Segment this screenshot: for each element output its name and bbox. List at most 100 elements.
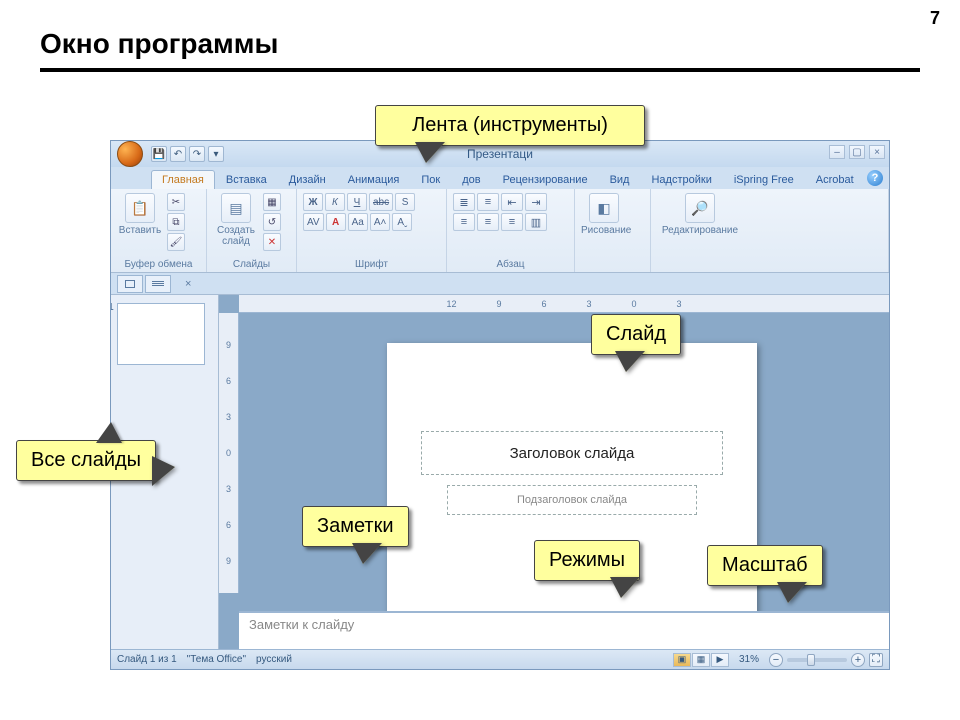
status-slide-count: Слайд 1 из 1 (117, 654, 177, 665)
reset-icon[interactable]: ↺ (263, 213, 281, 231)
callout-modes-label: Режимы (549, 549, 625, 571)
italic-button[interactable]: К (325, 193, 345, 211)
underline-button[interactable]: Ч (347, 193, 367, 211)
undo-icon[interactable]: ↶ (170, 146, 186, 162)
minimize-button[interactable]: – (829, 145, 845, 159)
tab-home[interactable]: Главная (151, 170, 215, 189)
shapes-icon: ◧ (589, 193, 619, 223)
tab-ispring[interactable]: iSpring Free (723, 170, 805, 189)
group-clipboard-label: Буфер обмена (117, 257, 200, 270)
vertical-ruler: 9 6 3 0 3 6 9 (219, 313, 239, 593)
notes-pane[interactable]: Заметки к слайду (239, 611, 889, 649)
align-left-button[interactable]: ≡ (453, 213, 475, 231)
tab-show2[interactable]: дов (451, 170, 491, 189)
group-font: Ж К Ч abc S AV A Aa A˄ Aˬ Шрифт (297, 189, 447, 272)
ribbon-tabs: Главная Вставка Дизайн Анимация Пок дов … (111, 167, 889, 189)
ruler-mark: 0 (632, 299, 637, 309)
find-icon: 🔎 (685, 193, 715, 223)
group-font-label: Шрифт (303, 257, 440, 270)
window-title: Презентаци (111, 147, 889, 161)
sorter-view-button[interactable]: ▦ (692, 653, 710, 667)
zoom-percent[interactable]: 31% (739, 654, 759, 665)
zoom-knob[interactable] (807, 654, 815, 666)
strike-button[interactable]: abc (369, 193, 393, 211)
tab-addins[interactable]: Надстройки (640, 170, 722, 189)
ruler-mark: 9 (496, 299, 501, 309)
office-button[interactable] (117, 141, 143, 167)
ruler-mark: 3 (587, 299, 592, 309)
fit-to-window-button[interactable]: ⛶ (869, 653, 883, 667)
group-slides-label: Слайды (213, 257, 290, 270)
workspace: 1 12 9 6 3 0 3 9 6 3 0 3 6 9 Заголов (111, 295, 889, 649)
close-button[interactable]: × (869, 145, 885, 159)
callout-zoom: Масштаб (707, 545, 823, 586)
shrink-font-button[interactable]: Aˬ (392, 213, 412, 231)
tab-design[interactable]: Дизайн (278, 170, 337, 189)
thumbnail-number: 1 (110, 302, 114, 313)
align-right-button[interactable]: ≡ (501, 213, 523, 231)
indent-inc-button[interactable]: ⇥ (525, 193, 547, 211)
ruler-mark: 3 (226, 412, 231, 422)
ruler-mark: 9 (226, 556, 231, 566)
outline-tab[interactable] (145, 275, 171, 293)
columns-button[interactable]: ▥ (525, 213, 547, 231)
group-slides: ▤ Создать слайд ▦ ↺ ✕ Слайды (207, 189, 297, 272)
drawing-button[interactable]: ◧ Рисование (581, 193, 627, 236)
ruler-mark: 3 (226, 484, 231, 494)
callout-slide-label: Слайд (606, 323, 666, 345)
group-drawing: ◧ Рисование Рисование (575, 189, 651, 272)
ruler-mark: 12 (446, 299, 456, 309)
new-slide-button[interactable]: ▤ Создать слайд (213, 193, 259, 247)
callout-notes-label: Заметки (317, 515, 394, 537)
status-bar: Слайд 1 из 1 "Тема Office" русский ▣ ▦ ▶… (111, 649, 889, 669)
redo-icon[interactable]: ↷ (189, 146, 205, 162)
status-language[interactable]: русский (256, 654, 292, 665)
subtitle-placeholder[interactable]: Подзаголовок слайда (447, 485, 697, 515)
cut-icon[interactable]: ✂ (167, 193, 185, 211)
help-icon[interactable]: ? (867, 170, 883, 186)
save-icon[interactable]: 💾 (151, 146, 167, 162)
zoom-in-button[interactable]: + (851, 653, 865, 667)
qat-more-icon[interactable]: ▾ (208, 146, 224, 162)
ribbon: 📋 Вставить ✂ ⧉ 🖌 Буфер обмена ▤ Создать … (111, 189, 889, 273)
copy-icon[interactable]: ⧉ (167, 213, 185, 231)
panel-close-icon[interactable]: × (185, 278, 191, 290)
change-case-button[interactable]: Aa (348, 213, 368, 231)
bold-button[interactable]: Ж (303, 193, 323, 211)
zoom-track[interactable] (787, 658, 847, 662)
slide-thumbnail[interactable]: 1 (117, 303, 205, 365)
format-painter-icon[interactable]: 🖌 (167, 233, 185, 251)
grow-font-button[interactable]: A˄ (370, 213, 391, 231)
align-center-button[interactable]: ≡ (477, 213, 499, 231)
normal-view-button[interactable]: ▣ (673, 653, 691, 667)
zoom-out-button[interactable]: − (769, 653, 783, 667)
paste-button[interactable]: 📋 Вставить (117, 193, 163, 236)
numbering-button[interactable]: ≡ (477, 193, 499, 211)
tab-animation[interactable]: Анимация (337, 170, 411, 189)
paste-icon: 📋 (125, 193, 155, 223)
group-paragraph-label: Абзац (453, 257, 568, 270)
page-number: 7 (930, 8, 940, 29)
indent-dec-button[interactable]: ⇤ (501, 193, 523, 211)
editing-button[interactable]: 🔎 Редактирование (657, 193, 743, 236)
status-theme: "Тема Office" (187, 654, 246, 665)
layout-icon[interactable]: ▦ (263, 193, 281, 211)
tab-acrobat[interactable]: Acrobat (805, 170, 865, 189)
bullets-button[interactable]: ≣ (453, 193, 475, 211)
editing-label: Редактирование (662, 225, 738, 236)
ruler-mark: 9 (226, 340, 231, 350)
thumbnails-tab[interactable] (117, 275, 143, 293)
tab-insert[interactable]: Вставка (215, 170, 278, 189)
tab-review[interactable]: Рецензирование (492, 170, 599, 189)
tab-show[interactable]: Пок (410, 170, 451, 189)
shadow-button[interactable]: S (395, 193, 415, 211)
quick-access-toolbar: 💾 ↶ ↷ ▾ (151, 146, 224, 162)
char-spacing-button[interactable]: AV (303, 213, 324, 231)
group-clipboard: 📋 Вставить ✂ ⧉ 🖌 Буфер обмена (111, 189, 207, 272)
maximize-button[interactable]: ▢ (849, 145, 865, 159)
title-placeholder[interactable]: Заголовок слайда (421, 431, 723, 475)
tab-view[interactable]: Вид (599, 170, 641, 189)
slideshow-view-button[interactable]: ▶ (711, 653, 729, 667)
delete-slide-icon[interactable]: ✕ (263, 233, 281, 251)
font-color-button[interactable]: A (326, 213, 346, 231)
